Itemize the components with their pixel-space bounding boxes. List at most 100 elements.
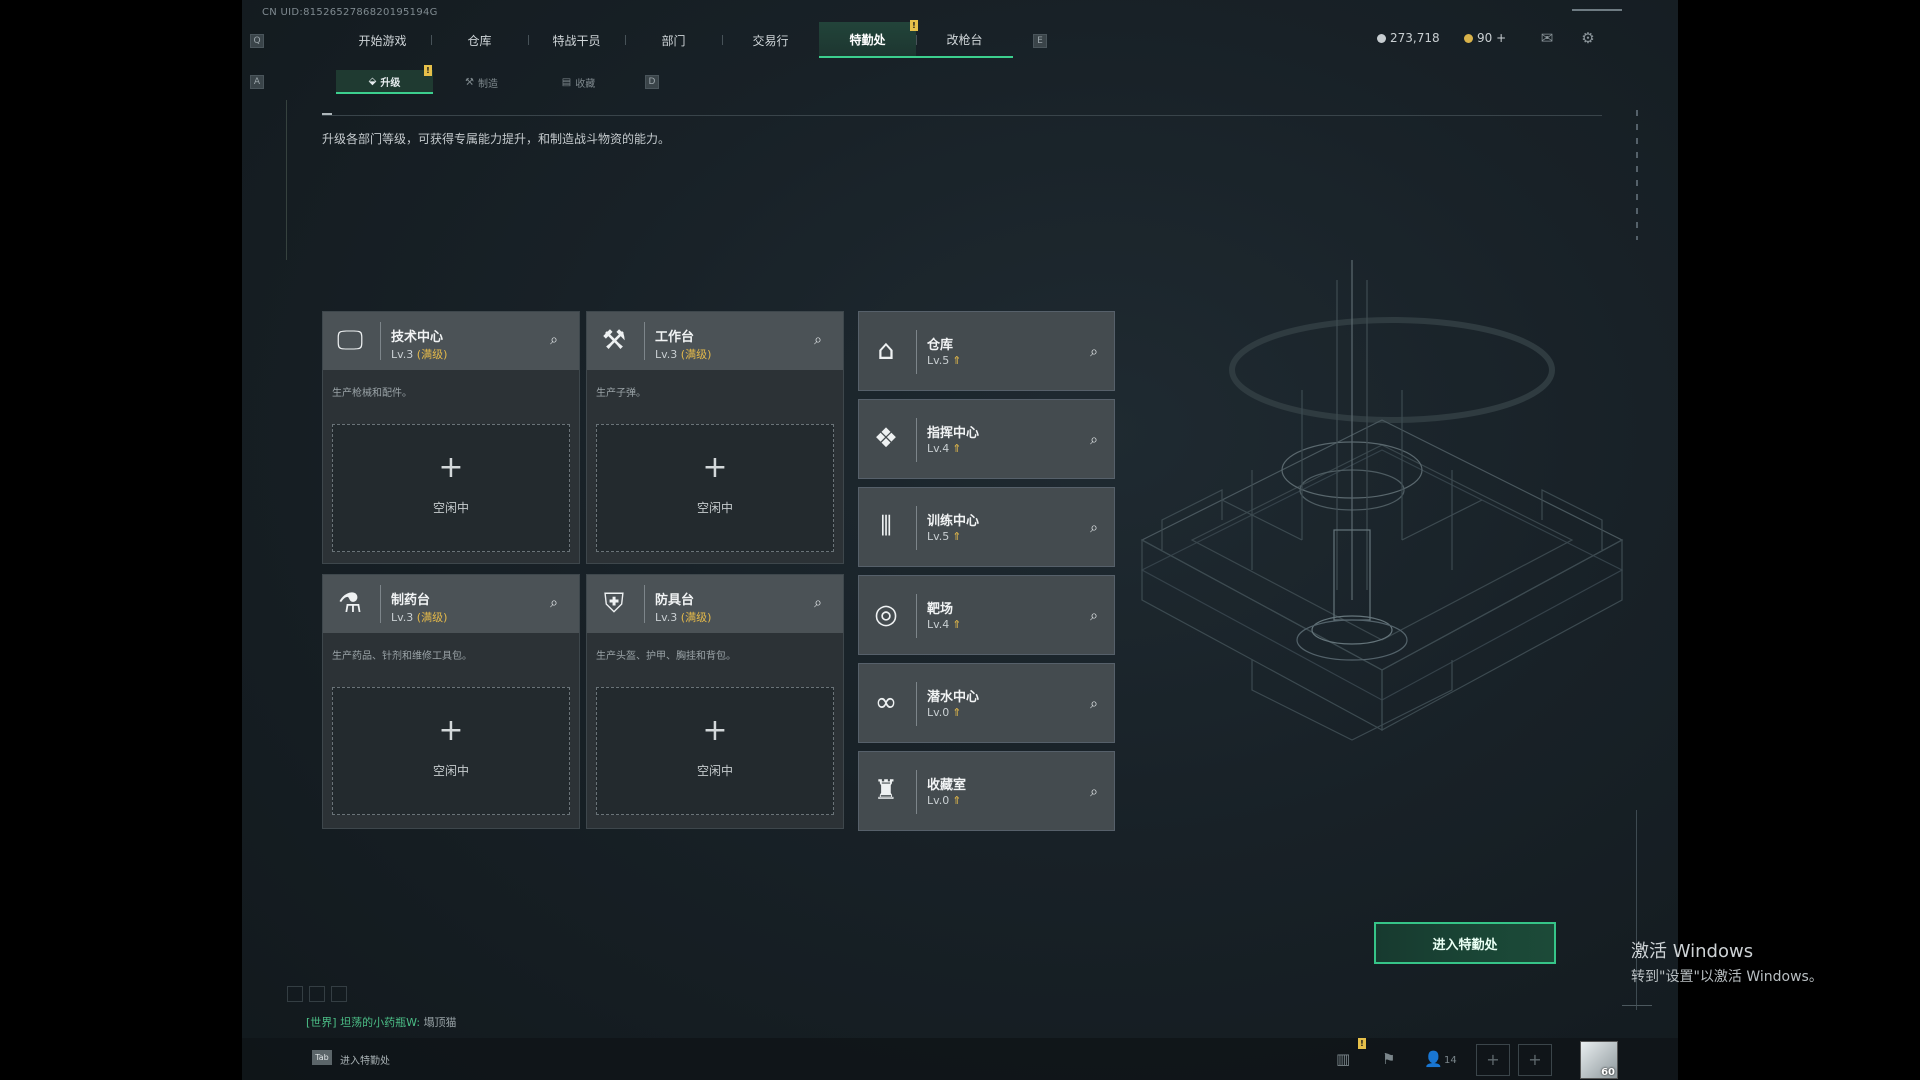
facility-diving-center[interactable]: ∞ 潜水中心 Lv.0 ⇑ ⌕ <box>858 663 1115 743</box>
tab-trade[interactable]: 交易行 <box>722 22 819 58</box>
top-accent-line <box>1572 9 1622 11</box>
search-icon[interactable]: ⌕ <box>1084 694 1104 714</box>
team-slot[interactable]: + <box>1518 1044 1552 1076</box>
facility-card-workbench[interactable]: ⚒ 工作台 Lv.3 (满级) ⌕ 生产子弹。 + 空闲中 <box>586 311 844 564</box>
upgrade-arrow-icon: ⇑ <box>952 794 962 807</box>
page-description: 升级各部门等级，可获得专属能力提升，和制造战斗物资的能力。 <box>322 132 671 146</box>
nav-alert-badge: ! <box>910 20 918 31</box>
facility-collection-room[interactable]: ♜ 收藏室 Lv.0 ⇑ ⌕ <box>858 751 1115 831</box>
search-icon[interactable]: ⌕ <box>1084 342 1104 362</box>
level-value: Lv.0 <box>927 706 950 719</box>
nav-next-key[interactable]: E <box>1033 34 1047 48</box>
mail-icon[interactable]: ✉ <box>1538 30 1556 46</box>
warehouse-icon: ⌂ <box>877 335 895 366</box>
tab-warehouse[interactable]: 仓库 <box>431 22 528 58</box>
card-separator <box>644 585 645 623</box>
subnav-next-key[interactable]: D <box>645 75 659 89</box>
card-separator <box>916 682 917 726</box>
facility-name: 靶场 <box>927 602 954 617</box>
level-value: Lv.4 <box>927 442 950 455</box>
search-icon[interactable]: ⌕ <box>1084 518 1104 538</box>
upgrade-arrow-icon: ⇑ <box>952 442 962 455</box>
ticket-balance[interactable]: 90 + <box>1464 31 1506 45</box>
production-slot[interactable]: + 空闲中 <box>596 687 834 815</box>
card-title: 防具台 <box>655 593 695 608</box>
tools-icon: ⚒ <box>601 325 627 356</box>
search-icon[interactable]: ⌕ <box>1084 782 1104 802</box>
tab-operators[interactable]: 特战干员 <box>528 22 625 58</box>
collection-icon: ▤ <box>561 76 572 88</box>
tab-key-label: 进入特勤处 <box>340 1056 390 1067</box>
subnav-prev-key[interactable]: A <box>250 75 264 89</box>
stats-icon[interactable]: ▥ <box>1336 1050 1350 1068</box>
card-separator <box>916 770 917 814</box>
dumbbell-icon: ⫴ <box>880 511 892 542</box>
friends-icon[interactable]: 👤 <box>1424 1050 1443 1068</box>
card-level: Lv.3 (满级) <box>391 609 447 625</box>
tab-departments[interactable]: 部门 <box>625 22 722 58</box>
chat-text: 塌顶猫 <box>423 1016 457 1029</box>
coin-balance: 273,718 <box>1377 31 1440 45</box>
facility-warehouse[interactable]: ⌂ 仓库 Lv.5 ⇑ ⌕ <box>858 311 1115 391</box>
upgrade-arrow-icon: ⇑ <box>952 530 962 543</box>
right-frame-deco <box>1636 110 1638 240</box>
trophy-icon: ♜ <box>873 775 899 806</box>
coin-icon <box>1377 33 1386 43</box>
production-slot[interactable]: + 空闲中 <box>332 687 570 815</box>
target-icon: ◎ <box>874 599 898 630</box>
facility-card-armor-bench[interactable]: ⛨ 防具台 Lv.3 (满级) ⌕ 生产头盔、护甲、胸挂和背包。 + 空闲中 <box>586 574 844 829</box>
card-level: Lv.3 (满级) <box>655 346 711 362</box>
search-icon[interactable]: ⌕ <box>808 330 828 350</box>
card-separator <box>916 594 917 638</box>
card-separator <box>916 330 917 374</box>
friends-count: 14 <box>1444 1055 1457 1066</box>
card-title: 工作台 <box>655 330 695 345</box>
chat-message[interactable]: [世界] 坦荡的小药瓶W: 塌顶猫 <box>306 1014 457 1030</box>
slot-status: 空闲中 <box>696 764 733 778</box>
search-icon[interactable]: ⌕ <box>544 330 564 350</box>
tab-special-ops[interactable]: 特勤处 <box>819 22 916 58</box>
level-value: Lv.5 <box>927 530 950 543</box>
facility-level: Lv.0 ⇑ <box>927 706 962 719</box>
avatar[interactable]: 60 <box>1580 1041 1618 1079</box>
chat-user: 坦荡的小药瓶W: <box>340 1016 421 1029</box>
slot-status: 空闲中 <box>696 501 733 515</box>
subtab-craft[interactable]: ⚒ 制造 <box>433 70 530 94</box>
tab-gunsmith[interactable]: 改枪台 <box>916 22 1013 58</box>
card-level: Lv.3 (满级) <box>655 609 711 625</box>
card-separator <box>380 585 381 623</box>
facility-command-center[interactable]: ❖ 指挥中心 Lv.4 ⇑ ⌕ <box>858 399 1115 479</box>
search-icon[interactable]: ⌕ <box>544 593 564 613</box>
flag-icon[interactable]: ⚑ <box>1382 1050 1395 1068</box>
microscope-icon: ⚗ <box>337 588 363 619</box>
card-description: 生产枪械和配件。 <box>332 388 412 399</box>
facility-card-tech-center[interactable]: 🖵 技术中心 Lv.3 (满级) ⌕ 生产枪械和配件。 + 空闲中 <box>322 311 580 564</box>
max-level-tag: (满级) <box>416 611 448 624</box>
facility-shooting-range[interactable]: ◎ 靶场 Lv.4 ⇑ ⌕ <box>858 575 1115 655</box>
card-description: 生产头盔、护甲、胸挂和背包。 <box>596 651 736 662</box>
card-separator <box>916 418 917 462</box>
enter-special-ops-button[interactable]: 进入特勤处 <box>1374 922 1556 964</box>
nav-prev-key[interactable]: Q <box>250 34 264 48</box>
facility-name: 训练中心 <box>927 514 980 529</box>
slot-status: 空闲中 <box>432 501 469 515</box>
tab-start-game[interactable]: 开始游戏 <box>334 22 431 58</box>
search-icon[interactable]: ⌕ <box>1084 606 1104 626</box>
subnav-alert-badge: ! <box>424 65 432 76</box>
production-slot[interactable]: + 空闲中 <box>332 424 570 552</box>
subtab-upgrade[interactable]: ⬙ 升级 <box>336 70 433 94</box>
production-slot[interactable]: + 空闲中 <box>596 424 834 552</box>
gear-icon[interactable]: ⚙ <box>1579 30 1597 46</box>
card-description: 生产子弹。 <box>596 388 646 399</box>
facility-card-pharmacy[interactable]: ⚗ 制药台 Lv.3 (满级) ⌕ 生产药品、针剂和维修工具包。 + 空闲中 <box>322 574 580 829</box>
search-icon[interactable]: ⌕ <box>1084 430 1104 450</box>
max-level-tag: (满级) <box>680 611 712 624</box>
facility-training-center[interactable]: ⫴ 训练中心 Lv.5 ⇑ ⌕ <box>858 487 1115 567</box>
team-slot[interactable]: + <box>1476 1044 1510 1076</box>
watermark-subtitle: 转到"设置"以激活 Windows。 <box>1631 969 1823 985</box>
subtab-collection[interactable]: ▤ 收藏 <box>530 70 627 94</box>
facility-name: 仓库 <box>927 338 954 353</box>
tab-key-hint[interactable]: Tab <box>312 1050 332 1065</box>
card-title: 制药台 <box>391 593 431 608</box>
search-icon[interactable]: ⌕ <box>808 593 828 613</box>
